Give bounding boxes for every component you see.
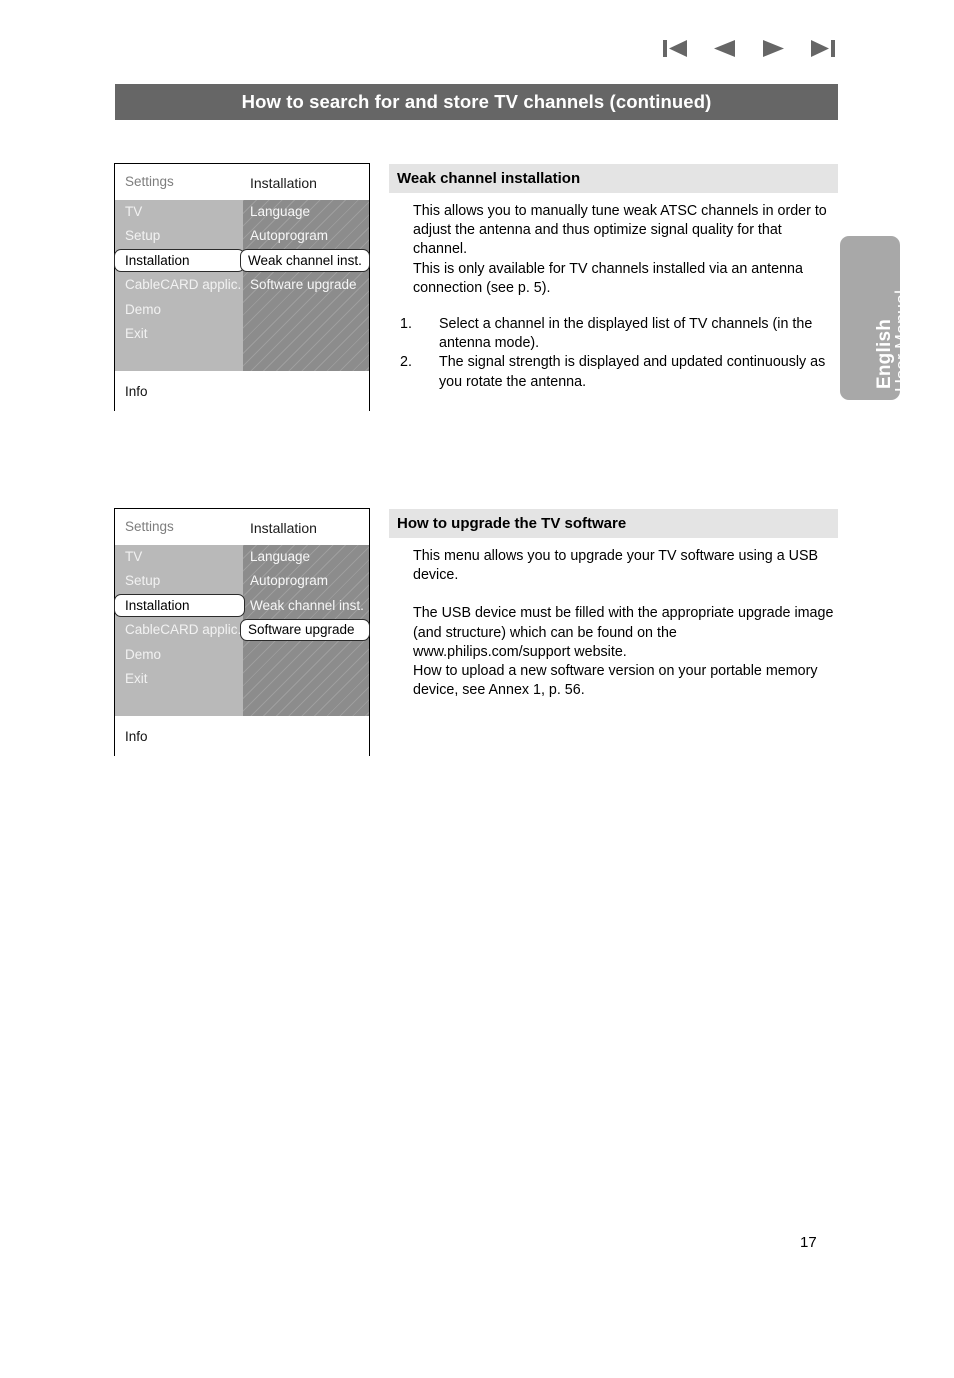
section-heading-bar-2: How to upgrade the TV software bbox=[389, 509, 838, 538]
tv-osd-menu-2: Settings Installation TV Language Setup … bbox=[114, 508, 370, 963]
osd-item-exit-1[interactable]: Exit bbox=[115, 323, 243, 346]
section-weak-channel-installation: Weak channel installation This allows yo… bbox=[389, 164, 838, 392]
osd-header-2: Settings Installation bbox=[115, 509, 369, 545]
section-paragraph-1-2: This is only available for TV channels i… bbox=[413, 260, 803, 296]
osd-header-1: Settings Installation bbox=[115, 164, 369, 200]
osd-settings-label-2: Settings bbox=[125, 519, 174, 534]
previous-page-icon[interactable] bbox=[711, 38, 738, 59]
page-title: How to search for and store TV channels … bbox=[241, 91, 712, 112]
osd-submenu-label-2: Installation bbox=[250, 520, 317, 536]
section-body-2: This menu allows you to upgrade your TV … bbox=[389, 538, 838, 700]
list-item: 1. Select a channel in the displayed lis… bbox=[400, 315, 838, 353]
page-title-banner: How to search for and store TV channels … bbox=[115, 84, 838, 120]
first-page-icon[interactable] bbox=[662, 38, 689, 59]
osd-info-label-2: Info bbox=[125, 729, 148, 744]
tv-osd-menu-1: Settings Installation TV Language Setup … bbox=[114, 163, 370, 618]
section-steps-list-1: 1. Select a channel in the displayed lis… bbox=[400, 315, 838, 392]
osd-item-empty-2-6-left bbox=[115, 692, 243, 715]
osd-item-demo-1[interactable]: Demo bbox=[115, 298, 243, 321]
osd-item-installation-1[interactable]: Installation bbox=[114, 249, 245, 272]
osd-body-2: TV Language Setup Autoprogram Installati… bbox=[114, 545, 370, 716]
osd-info-area-2: Info bbox=[115, 716, 369, 963]
list-item: 2. The signal strength is displayed and … bbox=[400, 353, 838, 391]
osd-item-empty-1-6-left bbox=[115, 347, 243, 370]
osd-item-tv-1[interactable]: TV bbox=[115, 200, 243, 223]
section-upgrade-tv-software: How to upgrade the TV software This menu… bbox=[389, 509, 838, 700]
next-page-icon[interactable] bbox=[760, 38, 787, 59]
osd-item-empty-1-6-right bbox=[243, 347, 369, 370]
section-paragraph-2-1: This menu allows you to upgrade your TV … bbox=[413, 548, 819, 584]
section-paragraph-2-3: How to upload a new software version on … bbox=[413, 663, 818, 699]
osd-item-demo-2[interactable]: Demo bbox=[115, 643, 243, 666]
side-tab-manual-label: User Manual bbox=[892, 289, 912, 392]
osd-body-1: TV Language Setup Autoprogram Installati… bbox=[114, 200, 370, 371]
osd-item-language-2[interactable]: Language bbox=[243, 545, 369, 568]
osd-item-setup-1[interactable]: Setup bbox=[115, 225, 243, 248]
osd-item-cablecard-applic-1[interactable]: CableCARD applic. bbox=[115, 274, 243, 297]
section-paragraph-1-1: This allows you to manually tune weak AT… bbox=[413, 203, 827, 258]
osd-row: Installation Weak channel inst. bbox=[114, 594, 369, 617]
osd-item-weak-channel-inst-2[interactable]: Weak channel inst. bbox=[243, 594, 369, 617]
page-navigation-arrows bbox=[662, 38, 836, 59]
osd-row: Exit bbox=[115, 323, 369, 346]
osd-row: Demo bbox=[115, 298, 369, 321]
osd-row: CableCARD applic. Software upgrade bbox=[115, 274, 369, 297]
osd-row: TV Language bbox=[115, 545, 369, 568]
osd-item-empty-1-4 bbox=[243, 298, 369, 321]
step-text-2: The signal strength is displayed and upd… bbox=[439, 354, 826, 390]
osd-row: Installation Weak channel inst. bbox=[114, 249, 370, 272]
section-heading-2: How to upgrade the TV software bbox=[397, 515, 627, 532]
osd-item-language-1[interactable]: Language bbox=[243, 200, 369, 223]
osd-row: CableCARD applic. Software upgrade bbox=[115, 618, 370, 642]
step-number-1: 1. bbox=[400, 316, 412, 333]
osd-submenu-label-1: Installation bbox=[250, 175, 317, 191]
section-paragraph-2-2: The USB device must be filled with the a… bbox=[413, 605, 834, 660]
osd-item-empty-2-6-right bbox=[243, 692, 369, 715]
osd-item-cablecard-applic-2[interactable]: CableCARD applic. bbox=[115, 619, 243, 642]
osd-row: Exit bbox=[115, 668, 369, 691]
osd-item-installation-2[interactable]: Installation bbox=[114, 594, 245, 617]
osd-row: Demo bbox=[115, 643, 369, 666]
osd-item-autoprogram-2[interactable]: Autoprogram bbox=[243, 570, 369, 593]
osd-row bbox=[115, 347, 369, 370]
step-text-1: Select a channel in the displayed list o… bbox=[439, 316, 813, 352]
osd-item-weak-channel-inst-1[interactable]: Weak channel inst. bbox=[240, 249, 370, 272]
osd-row bbox=[115, 692, 369, 715]
osd-item-empty-2-5 bbox=[243, 668, 369, 691]
osd-row: TV Language bbox=[115, 200, 369, 223]
osd-item-tv-2[interactable]: TV bbox=[115, 545, 243, 568]
osd-item-autoprogram-1[interactable]: Autoprogram bbox=[243, 225, 369, 248]
osd-info-label-1: Info bbox=[125, 384, 148, 399]
section-body-1: This allows you to manually tune weak AT… bbox=[389, 193, 838, 392]
osd-item-empty-2-4 bbox=[243, 643, 369, 666]
osd-item-exit-2[interactable]: Exit bbox=[115, 668, 243, 691]
osd-settings-label-1: Settings bbox=[125, 174, 174, 189]
osd-item-software-upgrade-1[interactable]: Software upgrade bbox=[243, 274, 369, 297]
osd-row: Setup Autoprogram bbox=[115, 570, 369, 593]
step-number-2: 2. bbox=[400, 354, 412, 371]
section-heading-bar-1: Weak channel installation bbox=[389, 164, 838, 193]
osd-item-setup-2[interactable]: Setup bbox=[115, 570, 243, 593]
section-heading-1: Weak channel installation bbox=[397, 170, 581, 187]
last-page-icon[interactable] bbox=[809, 38, 836, 59]
osd-row: Setup Autoprogram bbox=[115, 225, 369, 248]
osd-item-software-upgrade-2[interactable]: Software upgrade bbox=[240, 618, 370, 641]
osd-item-empty-1-5 bbox=[243, 323, 369, 346]
language-side-tab: English User Manual bbox=[840, 236, 912, 400]
page-number: 17 bbox=[800, 1234, 817, 1251]
